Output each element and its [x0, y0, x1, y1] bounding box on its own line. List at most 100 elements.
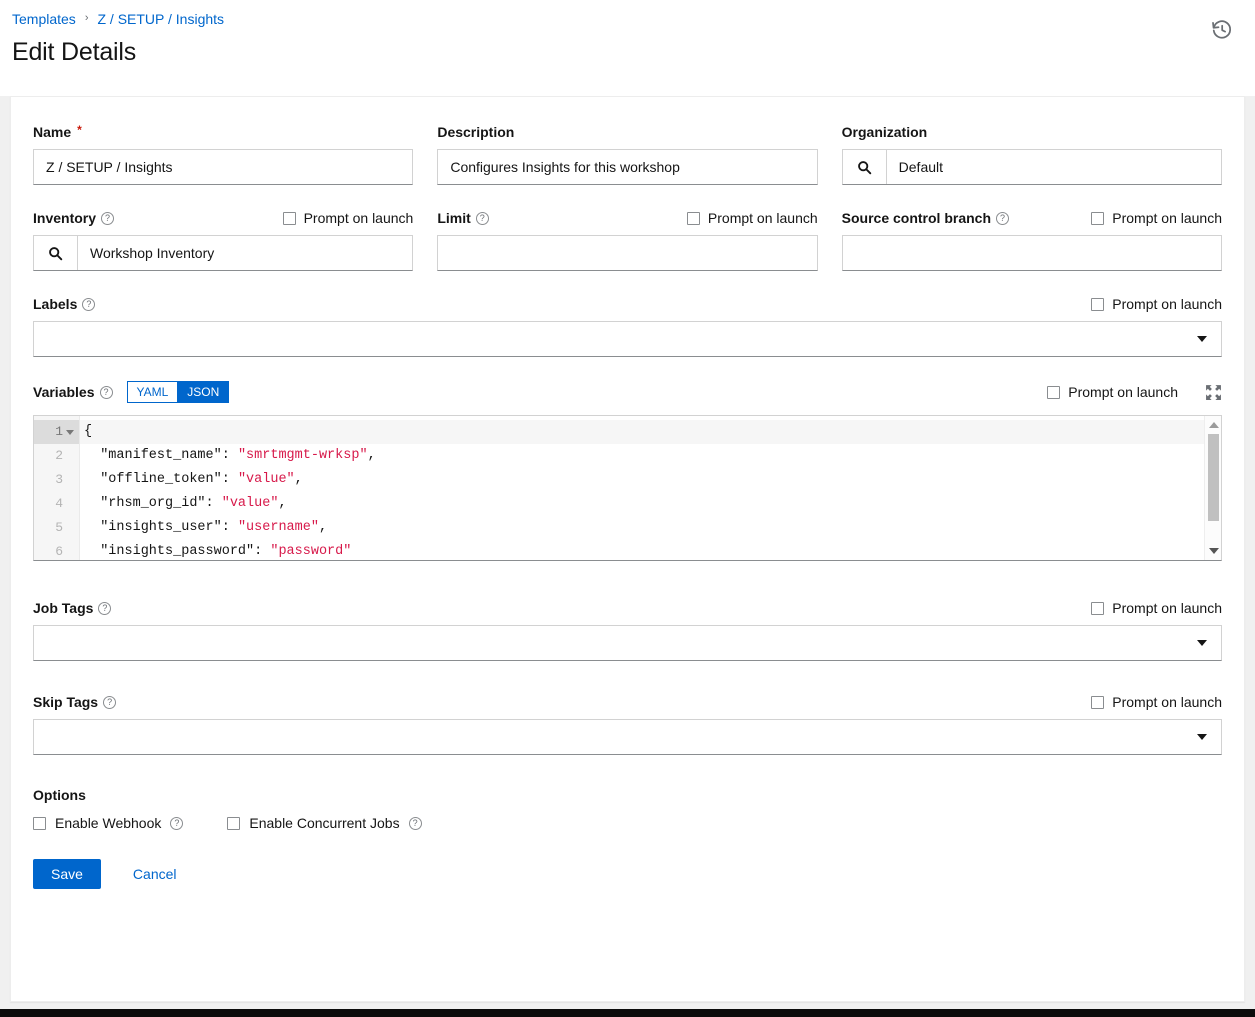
options-title: Options — [33, 787, 86, 803]
field-labels-label: Labels ? — [33, 295, 96, 313]
help-icon[interactable]: ? — [996, 211, 1010, 225]
editor-line-number: 6 — [55, 544, 63, 559]
scb-label-text: Source control branch — [841, 210, 992, 226]
edit-details-card: Name * Description Organization — [10, 96, 1245, 1002]
history-icon[interactable] — [1205, 13, 1239, 47]
job-tags-prompt-checkbox[interactable] — [1091, 601, 1105, 615]
editor-code-area[interactable]: { "manifest_name": "smrtmgmt-wrksp", "of… — [80, 416, 1221, 560]
skip-tags-select[interactable] — [33, 719, 1222, 755]
help-icon[interactable]: ? — [101, 211, 115, 225]
job-tags-label-text: Job Tags — [33, 600, 94, 616]
format-toggle-yaml[interactable]: YAML — [126, 381, 179, 403]
required-asterisk: * — [77, 123, 82, 137]
search-icon-glyph — [49, 246, 63, 260]
editor-code-line[interactable]: "insights_user": "username", — [80, 516, 1221, 540]
name-label-text: Name — [33, 124, 72, 140]
code-string: "value" — [237, 472, 295, 487]
scb-prompt-on-launch[interactable]: Prompt on launch — [1091, 209, 1222, 227]
variables-code-editor[interactable]: 1234567 { "manifest_name": "smrtmgmt-wrk… — [33, 415, 1222, 561]
code-string: "password" — [270, 544, 352, 559]
page-header: Templates › Z / SETUP / Insights Edit De… — [0, 0, 1255, 96]
field-inventory-header: Inventory ? Prompt on launch — [33, 207, 413, 229]
skip-tags-prompt-checkbox[interactable] — [1091, 695, 1105, 709]
name-input[interactable] — [33, 149, 414, 185]
field-labels-header: Labels ? Prompt on launch — [33, 293, 1222, 315]
skip-tags-prompt-on-launch[interactable]: Prompt on launch — [1091, 693, 1222, 711]
limit-input[interactable] — [437, 235, 818, 271]
labels-select[interactable] — [33, 321, 1222, 357]
search-icon[interactable] — [34, 236, 78, 270]
option-enable-concurrent-jobs[interactable]: Enable Concurrent Jobs ? — [227, 815, 422, 831]
inventory-prompt-checkbox[interactable] — [282, 211, 296, 225]
variables-prompt-checkbox[interactable] — [1047, 385, 1061, 399]
limit-prompt-checkbox[interactable] — [686, 211, 700, 225]
inventory-input[interactable] — [78, 236, 413, 270]
editor-scrollbar[interactable] — [1204, 416, 1221, 560]
editor-gutter: 1234567 — [34, 416, 80, 560]
expand-icon[interactable] — [1204, 383, 1222, 401]
editor-line-number: 4 — [55, 496, 63, 511]
options-row: Enable Webhook ? Enable Concurrent Jobs … — [33, 815, 1222, 831]
job-tags-prompt-on-launch[interactable]: Prompt on launch — [1091, 599, 1222, 617]
enable-webhook-label: Enable Webhook — [55, 815, 162, 831]
help-icon[interactable]: ? — [170, 816, 184, 830]
help-icon[interactable]: ? — [103, 695, 117, 709]
limit-label-text: Limit — [437, 210, 471, 226]
source-control-branch-input[interactable] — [841, 235, 1222, 271]
code-string: "value" — [221, 496, 279, 511]
search-icon-glyph — [857, 160, 871, 174]
enable-webhook-checkbox[interactable] — [33, 816, 46, 830]
breadcrumb-item-templates[interactable]: Templates — [12, 10, 76, 28]
help-icon[interactable]: ? — [98, 601, 112, 615]
inventory-label-text: Inventory — [33, 210, 97, 226]
form-row-1: Name * Description Organization — [33, 121, 1222, 207]
breadcrumb-item-current[interactable]: Z / SETUP / Insights — [97, 10, 224, 28]
variables-header-right: Prompt on launch — [1047, 383, 1222, 401]
help-icon[interactable]: ? — [99, 385, 113, 399]
code-text: "offline_token": — [84, 472, 238, 487]
editor-code-line[interactable]: "insights_password": "password" — [80, 540, 1221, 560]
field-organization: Organization — [841, 121, 1222, 185]
organization-input[interactable] — [886, 150, 1221, 184]
field-name-header: Name * — [33, 121, 413, 143]
labels-prompt-on-launch[interactable]: Prompt on launch — [1091, 295, 1222, 313]
limit-prompt-label: Prompt on launch — [707, 210, 818, 226]
labels-prompt-checkbox[interactable] — [1091, 297, 1105, 311]
enable-concurrent-jobs-checkbox[interactable] — [227, 816, 241, 830]
job-tags-select[interactable] — [33, 625, 1222, 661]
breadcrumb: Templates › Z / SETUP / Insights — [12, 8, 1239, 30]
format-toggle-json[interactable]: JSON — [178, 381, 230, 403]
scb-prompt-checkbox[interactable] — [1091, 211, 1105, 225]
editor-code-line[interactable]: { — [80, 420, 1221, 444]
save-button[interactable]: Save — [33, 859, 101, 889]
code-text: { — [84, 424, 93, 439]
field-labels: Labels ? Prompt on launch — [33, 293, 1222, 357]
help-icon[interactable]: ? — [82, 297, 96, 311]
inventory-prompt-on-launch[interactable]: Prompt on launch — [282, 209, 414, 227]
field-job-tags-header: Job Tags ? Prompt on launch — [33, 597, 1222, 619]
help-icon[interactable]: ? — [475, 211, 489, 225]
editor-code-line[interactable]: "offline_token": "value", — [80, 468, 1221, 492]
limit-prompt-on-launch[interactable]: Prompt on launch — [686, 209, 818, 227]
scrollbar-thumb[interactable] — [1208, 434, 1219, 521]
field-scb-header: Source control branch ? Prompt on launch — [842, 207, 1222, 229]
editor-line-number: 3 — [55, 472, 63, 487]
cancel-button[interactable]: Cancel — [119, 859, 191, 889]
variables-prompt-on-launch[interactable]: Prompt on launch — [1047, 383, 1178, 401]
history-icon-glyph — [1212, 20, 1232, 39]
editor-code-line[interactable]: "manifest_name": "smrtmgmt-wrksp", — [80, 444, 1221, 468]
form-row-2: Inventory ? Prompt on launch Workshop In… — [33, 207, 1222, 293]
scroll-up-icon[interactable] — [1205, 418, 1221, 432]
variables-header-left: Variables ? YAML JSON — [33, 381, 230, 403]
search-icon[interactable] — [842, 150, 887, 184]
option-enable-webhook[interactable]: Enable Webhook ? — [33, 815, 184, 831]
organization-lookup — [841, 149, 1222, 185]
field-job-tags-label: Job Tags ? — [33, 599, 112, 617]
field-limit-label: Limit ? — [437, 209, 489, 227]
inventory-prompt-label: Prompt on launch — [303, 210, 414, 226]
help-icon[interactable]: ? — [408, 816, 422, 830]
editor-code-line[interactable]: "rhsm_org_id": "value", — [80, 492, 1221, 516]
description-input[interactable] — [437, 149, 818, 185]
job-tags-prompt-label: Prompt on launch — [1112, 600, 1222, 616]
scroll-down-icon[interactable] — [1205, 544, 1221, 558]
